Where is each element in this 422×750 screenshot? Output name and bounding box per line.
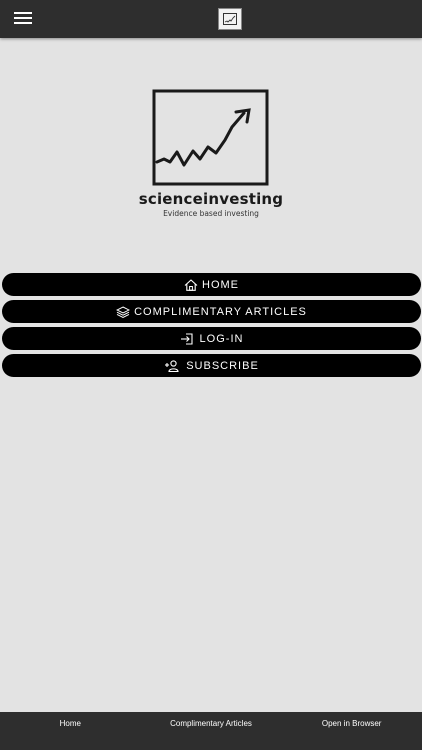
- home-icon: [184, 278, 198, 291]
- complimentary-articles-button-label: COMPLIMENTARY ARTICLES: [134, 305, 307, 318]
- tab-open-in-browser[interactable]: Open in Browser: [281, 712, 422, 750]
- log-in-button-label: LOG-IN: [199, 332, 244, 345]
- subscribe-button-label: SUBSCRIBE: [186, 359, 259, 372]
- hamburger-menu-icon[interactable]: [14, 12, 32, 26]
- layers-icon: [116, 305, 131, 318]
- brand-logo: scienceinvesting Evidence based investin…: [0, 88, 422, 218]
- log-in-button[interactable]: LOG-IN: [2, 327, 421, 350]
- chart-logo-icon: [218, 8, 242, 30]
- home-button-label: HOME: [202, 278, 239, 291]
- top-bar: [0, 0, 422, 38]
- tab-home[interactable]: Home: [0, 712, 141, 750]
- home-button[interactable]: HOME: [2, 273, 421, 296]
- rising-chart-logo-icon: [152, 89, 269, 186]
- bottom-tab-bar: Home Complimentary Articles Open in Brow…: [0, 712, 422, 750]
- login-icon: [180, 332, 193, 345]
- brand-name: scienceinvesting: [138, 190, 284, 208]
- main-navigation: HOME COMPLIMENTARY ARTICLES LOG-IN SUBSC…: [2, 273, 421, 381]
- complimentary-articles-button[interactable]: COMPLIMENTARY ARTICLES: [2, 300, 421, 323]
- subscribe-button[interactable]: SUBSCRIBE: [2, 354, 421, 377]
- tab-complimentary-articles[interactable]: Complimentary Articles: [141, 712, 282, 750]
- add-user-icon: [164, 359, 179, 372]
- brand-tagline: Evidence based investing: [163, 209, 259, 218]
